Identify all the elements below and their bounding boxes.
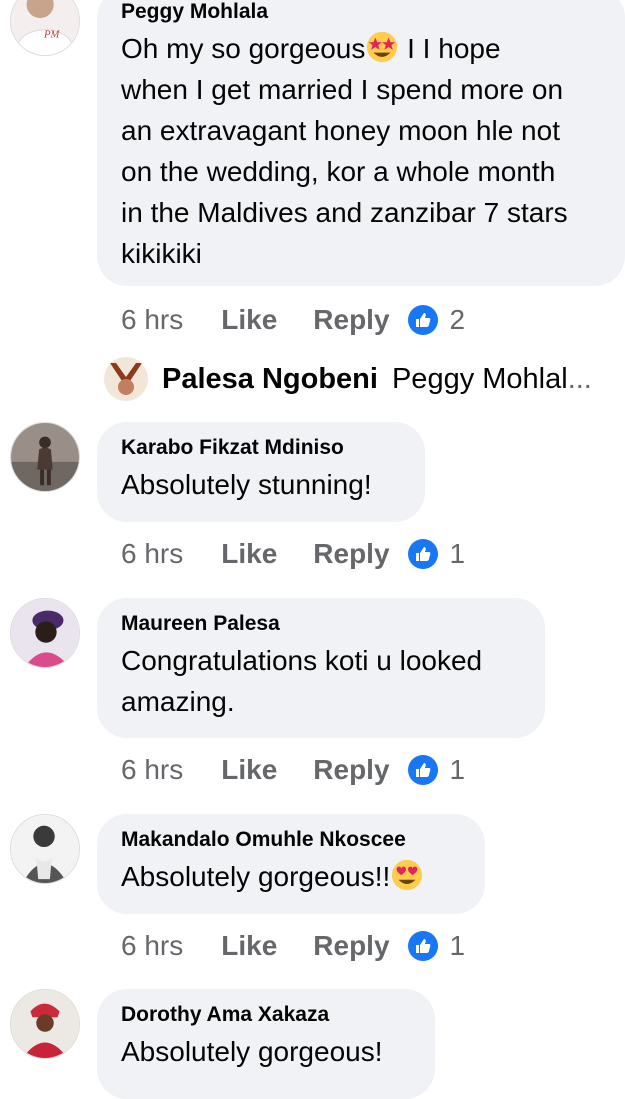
comment-time[interactable]: 6 hrs — [121, 930, 183, 962]
comment-actions: 6 hrs Like Reply 1 — [121, 926, 465, 966]
comment-bubble: Maureen Palesa Congratulations koti u lo… — [97, 598, 545, 738]
like-button[interactable]: Like — [221, 538, 277, 570]
comment-time[interactable]: 6 hrs — [121, 754, 183, 786]
comment-actions: 6 hrs Like Reply 2 — [121, 300, 465, 340]
comment-author[interactable]: Makandalo Omuhle Nkoscee — [121, 828, 461, 852]
comment-actions: 6 hrs Like Reply 1 — [121, 750, 465, 790]
heart-eyes-emoji — [392, 859, 423, 891]
comment-bubble: Peggy Mohlala Oh my so gorgeous I I hope… — [97, 0, 625, 286]
avatar[interactable] — [10, 814, 80, 884]
comment-actions: 6 hrs Like Reply 1 — [121, 534, 465, 574]
photo-avatar — [11, 423, 79, 491]
like-reaction-icon[interactable] — [407, 931, 438, 961]
photo-avatar — [11, 815, 79, 883]
reply-button[interactable]: Reply — [313, 538, 389, 570]
photo-avatar — [11, 990, 79, 1058]
reaction-count[interactable]: 1 — [450, 930, 466, 962]
reaction-count[interactable]: 1 — [450, 754, 466, 786]
comment-author[interactable]: Maureen Palesa — [121, 612, 521, 636]
avatar[interactable] — [10, 422, 80, 492]
comment-line: on the wedding, kor a whole month — [121, 156, 556, 187]
reaction-count[interactable]: 2 — [450, 304, 466, 336]
comment-line: an extravagant honey moon hle not — [121, 115, 560, 146]
comment-line: amazing. — [121, 686, 235, 717]
comment-text: Absolutely gorgeous! — [121, 1036, 383, 1067]
avatar[interactable] — [10, 989, 80, 1059]
like-button[interactable]: Like — [221, 754, 277, 786]
reaction-count[interactable]: 1 — [450, 538, 466, 570]
comment-bubble: Dorothy Ama Xakaza Absolutely gorgeous! — [97, 989, 435, 1099]
reply-preview[interactable]: Palesa Ngobeni Peggy Mohlal... — [104, 355, 592, 403]
like-reaction-icon[interactable] — [407, 539, 438, 569]
avatar[interactable] — [10, 598, 80, 668]
reply-text: Peggy Mohlal — [391, 362, 568, 395]
comment-author[interactable]: Karabo Fikzat Mdiniso — [121, 436, 401, 460]
like-button[interactable]: Like — [221, 304, 277, 336]
comment-time[interactable]: 6 hrs — [121, 304, 183, 336]
avatar-initials: PM — [43, 29, 61, 41]
comment-time[interactable]: 6 hrs — [121, 538, 183, 570]
like-reaction-icon[interactable] — [407, 305, 438, 335]
comment-author[interactable]: Dorothy Ama Xakaza — [121, 1003, 411, 1027]
reply-button[interactable]: Reply — [313, 930, 389, 962]
comment-text: Oh my so gorgeous I I hope when I get ma… — [121, 28, 601, 274]
comment-line: Congratulations koti u looked — [121, 645, 483, 676]
comment-line: kikikiki — [121, 238, 202, 269]
comment-line: in the Maldives and zanzibar 7 stars — [121, 197, 568, 228]
comment-line: Absolutely gorgeous!! — [121, 861, 391, 892]
photo-avatar — [104, 357, 148, 401]
reply-button[interactable]: Reply — [313, 304, 389, 336]
pm-avatar: PM — [11, 0, 79, 55]
comment-text: Congratulations koti u looked amazing. — [121, 640, 521, 722]
comment-bubble: Makandalo Omuhle Nkoscee Absolutely gorg… — [97, 814, 485, 914]
comment-text: Absolutely stunning! — [121, 469, 372, 500]
comment-text: Absolutely gorgeous!! — [121, 856, 461, 897]
comment-bubble: Karabo Fikzat Mdiniso Absolutely stunnin… — [97, 422, 425, 522]
reply-author[interactable]: Palesa Ngobeni — [162, 363, 378, 396]
comment-line: Oh my so gorgeous — [121, 33, 366, 64]
photo-avatar — [11, 599, 79, 667]
reply-button[interactable]: Reply — [313, 754, 389, 786]
reply-ellipsis: ... — [567, 362, 592, 395]
comment-line: when I get married I spend more on — [121, 74, 564, 105]
comment-line: I I hope — [399, 33, 501, 64]
reply-avatar — [104, 357, 148, 401]
like-reaction-icon[interactable] — [407, 755, 438, 785]
avatar[interactable]: PM — [10, 0, 80, 56]
star-struck-emoji — [367, 31, 398, 63]
like-button[interactable]: Like — [221, 930, 277, 962]
comment-author[interactable]: Peggy Mohlala — [121, 0, 601, 24]
